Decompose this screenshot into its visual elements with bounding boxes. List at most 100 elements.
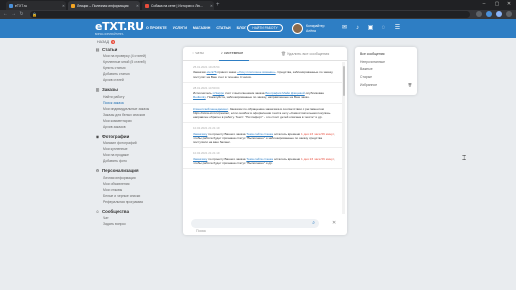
- user-info[interactable]: Копирайтер Алёна: [306, 24, 325, 33]
- tab-label: системные: [223, 51, 244, 55]
- close-tab-icon[interactable]: ✕: [61, 4, 66, 8]
- extension-icon[interactable]: [486, 11, 492, 17]
- filter-old[interactable]: Старые: [360, 75, 412, 79]
- find-work-button[interactable]: НАЙТИ РАБОТУ: [247, 24, 283, 32]
- tab-favicon: [145, 3, 149, 8]
- scrollbar-thumb[interactable]: [342, 66, 345, 96]
- sidebar-section-articles[interactable]: ▤ Статьи: [95, 47, 165, 52]
- filter-label: Избранное: [360, 82, 378, 87]
- tab-system[interactable]: ♪ системные: [221, 51, 243, 55]
- tab-favicon: [9, 3, 13, 8]
- sidebar-item[interactable]: Купленные мной (5 статей): [103, 60, 165, 64]
- wallet-icon[interactable]: ▣: [366, 24, 375, 32]
- minimize-button[interactable]: –: [478, 0, 490, 9]
- nav-services[interactable]: УСЛУГИ: [173, 26, 187, 30]
- sidebar-item[interactable]: Задать вопрос: [103, 222, 165, 226]
- notification-text: Заказчик eleni76 принял заказ «Хочу плат…: [193, 70, 335, 78]
- notification-item[interactable]: 10.02.2021 21:21:19 Заказчику по проекту …: [183, 148, 343, 169]
- notification-item[interactable]: 25.01.2021 19:26:54 Заказчик eleni76 прин…: [183, 62, 343, 83]
- sidebar-item[interactable]: Мои комментарии: [103, 119, 165, 123]
- sidebar-item[interactable]: Архив статей: [103, 78, 165, 82]
- notification-item[interactable]: 28.01.2021 14:50:04 Исполнитель mSappo сч…: [183, 83, 343, 104]
- tab-chats[interactable]: ◌ чаты: [192, 51, 204, 55]
- notification-link[interactable]: Redlonky: [193, 95, 206, 99]
- trash-icon[interactable]: 🗑: [408, 83, 412, 87]
- sidebar-item[interactable]: Чат: [103, 216, 165, 220]
- sidebar-item[interactable]: Заказы для белых списков: [103, 113, 165, 117]
- search-input[interactable]: [196, 226, 306, 235]
- close-tab-icon[interactable]: ✕: [209, 4, 214, 8]
- new-tab-button[interactable]: +: [216, 1, 220, 9]
- sidebar-section-photos[interactable]: ◉ Фотографии: [95, 134, 165, 139]
- browser-tab-1[interactable]: eTXT.ru ✕: [6, 1, 66, 10]
- sidebar-item[interactable]: Мои объявления: [103, 182, 165, 186]
- sidebar-item[interactable]: Мои на продаже: [103, 153, 165, 157]
- chat-icon[interactable]: ◌: [379, 24, 388, 32]
- back-link[interactable]: НАЗАД 3: [97, 40, 165, 44]
- menu-icon[interactable]: ☰: [393, 24, 402, 32]
- sidebar-item[interactable]: Личная информация: [103, 176, 165, 180]
- back-arrow-icon[interactable]: ←: [2, 10, 9, 19]
- sidebar-item[interactable]: Мои на проверку (4 статей): [103, 54, 165, 58]
- maximize-button[interactable]: ▢: [491, 0, 503, 9]
- sidebar-item[interactable]: Добавить фото: [103, 159, 165, 163]
- sidebar-section-personalization[interactable]: ⚙ Персонализация: [95, 168, 165, 173]
- browser-tab-2[interactable]: Лекции – Полезная информация ✕: [68, 1, 140, 10]
- avatar[interactable]: [292, 23, 303, 34]
- nav-articles[interactable]: СТАТЬИ: [216, 26, 230, 30]
- panel-tabs: ◌ чаты ♪ системные 🗑 Удалить все сообщен…: [183, 47, 347, 61]
- notification-date: 10.02.2021 21:21:19: [193, 151, 220, 156]
- close-icon[interactable]: ✕: [332, 220, 336, 226]
- sidebar-item[interactable]: Мои купленные: [103, 147, 165, 151]
- notification-text-part: . Пожалуйста, заблокированные по заказу,…: [205, 95, 310, 100]
- reload-icon[interactable]: ↻: [18, 10, 25, 19]
- sidebar-item[interactable]: Мои индивидуальные заказы: [103, 107, 165, 111]
- sidebar-item[interactable]: Найти работу: [103, 95, 165, 99]
- notification-text: Заказчику по проекту Вашего заказа Тема …: [193, 157, 335, 165]
- sidebar-item[interactable]: Купить статью: [103, 66, 165, 70]
- nav-about[interactable]: О ПРОЕКТЕ: [146, 26, 167, 30]
- notification-date: 25.01.2021 19:26:54: [193, 65, 220, 69]
- filter-favorites[interactable]: Избранное 🗑: [360, 83, 412, 87]
- sidebar-item[interactable]: Поиск заказа: [103, 101, 165, 105]
- nav-shop[interactable]: МАГАЗИН: [193, 26, 210, 30]
- sidebar-section-community[interactable]: ☺ Сообщества: [95, 209, 165, 214]
- sidebar-item[interactable]: Реферальная программа: [103, 200, 165, 204]
- filter-unread[interactable]: Непрочитанные: [360, 60, 412, 64]
- close-window-button[interactable]: ✕: [503, 0, 515, 9]
- filter-important[interactable]: Важные: [360, 67, 412, 71]
- tab-label: Лекции – Полезная информация: [77, 3, 129, 8]
- section-title: Сообщества: [102, 208, 130, 214]
- star-icon[interactable]: [476, 11, 482, 17]
- search-icon[interactable]: ⌕: [312, 220, 315, 226]
- close-tab-icon[interactable]: ✕: [135, 4, 140, 8]
- profile-icon[interactable]: [496, 11, 502, 17]
- notification-item[interactable]: Клиентский менеджмент. Заказчик по обращ…: [183, 104, 343, 124]
- nav-blog[interactable]: БЛОГ: [237, 26, 247, 30]
- notification-list[interactable]: 25.01.2021 19:26:54 Заказчик eleni76 прин…: [183, 62, 343, 214]
- sidebar-item[interactable]: Добавить статью: [103, 72, 165, 76]
- notification-date: 10.02.2021 21:21:19: [193, 126, 220, 131]
- site-logo[interactable]: eTXT.RU БИРЖА КОПИРАЙТИНГА: [95, 20, 144, 37]
- section-title: Персонализация: [102, 168, 139, 174]
- bell-icon[interactable]: ♪: [353, 24, 362, 32]
- sidebar-item[interactable]: Белые и черные списки: [103, 194, 165, 198]
- people-icon: ☺: [95, 208, 100, 214]
- forward-arrow-icon[interactable]: →: [10, 10, 17, 19]
- filter-all[interactable]: Все сообщения: [360, 52, 412, 56]
- sidebar-item[interactable]: Мои отзывы: [103, 188, 165, 192]
- sidebar-item[interactable]: Магазин фотографий: [103, 141, 165, 145]
- url-input[interactable]: 🔒 etxt.ru/users/index.php?act=messages&f…: [30, 11, 470, 25]
- scrollbar[interactable]: [342, 62, 345, 214]
- camera-icon: ◉: [95, 134, 100, 140]
- notification-item[interactable]: 10.02.2021 21:21:19 Заказчику по проекту …: [183, 123, 343, 149]
- message-filter-menu: Все сообщения Непрочитанные Важные Стары…: [355, 47, 417, 95]
- menu-dots-icon[interactable]: [506, 11, 512, 17]
- back-label: НАЗАД: [97, 40, 110, 44]
- logo-text: eTXT.RU: [95, 20, 144, 33]
- envelope-icon[interactable]: ✉: [340, 24, 349, 32]
- sidebar-section-orders[interactable]: ▥ Заказы: [95, 87, 165, 92]
- browser-tab-3[interactable]: Собака на сене | Истории о Лю... ✕: [142, 1, 214, 10]
- sidebar-item[interactable]: Архив заказов: [103, 125, 165, 129]
- delete-all-button[interactable]: 🗑 Удалить все сообщения: [281, 51, 329, 56]
